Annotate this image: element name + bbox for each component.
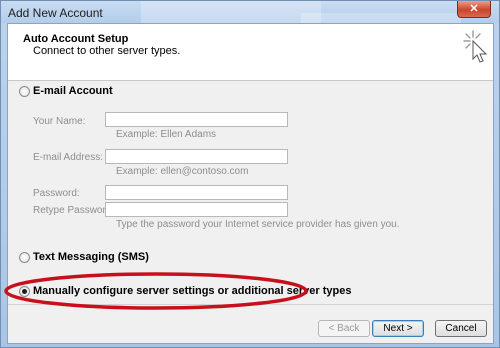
retype-password-label: Retype Password: <box>33 205 115 216</box>
close-button[interactable]: ✕ <box>457 1 491 18</box>
footer-divider <box>8 304 493 305</box>
dialog-client-area: Auto Account Setup Connect to other serv… <box>7 23 494 344</box>
background-window-ghost <box>301 13 461 23</box>
cancel-button[interactable]: Cancel <box>435 320 487 337</box>
window-title: Add New Account <box>8 6 103 20</box>
title-bar[interactable]: Add New Account ✕ <box>1 1 499 23</box>
close-icon: ✕ <box>469 3 479 15</box>
email-address-hint: Example: ellen@contoso.com <box>116 166 249 177</box>
your-name-input[interactable] <box>105 112 288 127</box>
text-messaging-radio[interactable] <box>19 252 30 263</box>
password-hint: Type the password your Internet service … <box>116 219 400 230</box>
manual-configure-label[interactable]: Manually configure server settings or ad… <box>33 285 352 297</box>
password-label: Password: <box>33 188 80 199</box>
background-window-ghost <box>141 1 321 23</box>
retype-password-input[interactable] <box>105 202 288 217</box>
back-button[interactable]: < Back <box>318 320 370 337</box>
next-button[interactable]: Next > <box>372 320 424 337</box>
add-new-account-window: Add New Account ✕ Auto Account Setup Con… <box>0 0 500 348</box>
your-name-label: Your Name: <box>33 116 86 127</box>
email-account-radio[interactable] <box>19 86 30 97</box>
your-name-hint: Example: Ellen Adams <box>116 129 217 140</box>
page-subtitle: Connect to other server types. <box>33 45 181 57</box>
manual-configure-radio[interactable] <box>19 286 30 297</box>
text-messaging-label[interactable]: Text Messaging (SMS) <box>33 251 149 263</box>
header-panel: Auto Account Setup Connect to other serv… <box>8 24 493 81</box>
email-account-label[interactable]: E-mail Account <box>33 85 113 97</box>
email-address-label: E-mail Address: <box>33 152 104 163</box>
password-input[interactable] <box>105 185 288 200</box>
page-title: Auto Account Setup <box>23 33 129 45</box>
email-address-input[interactable] <box>105 149 288 164</box>
sparkle-cursor-icon <box>463 30 488 63</box>
